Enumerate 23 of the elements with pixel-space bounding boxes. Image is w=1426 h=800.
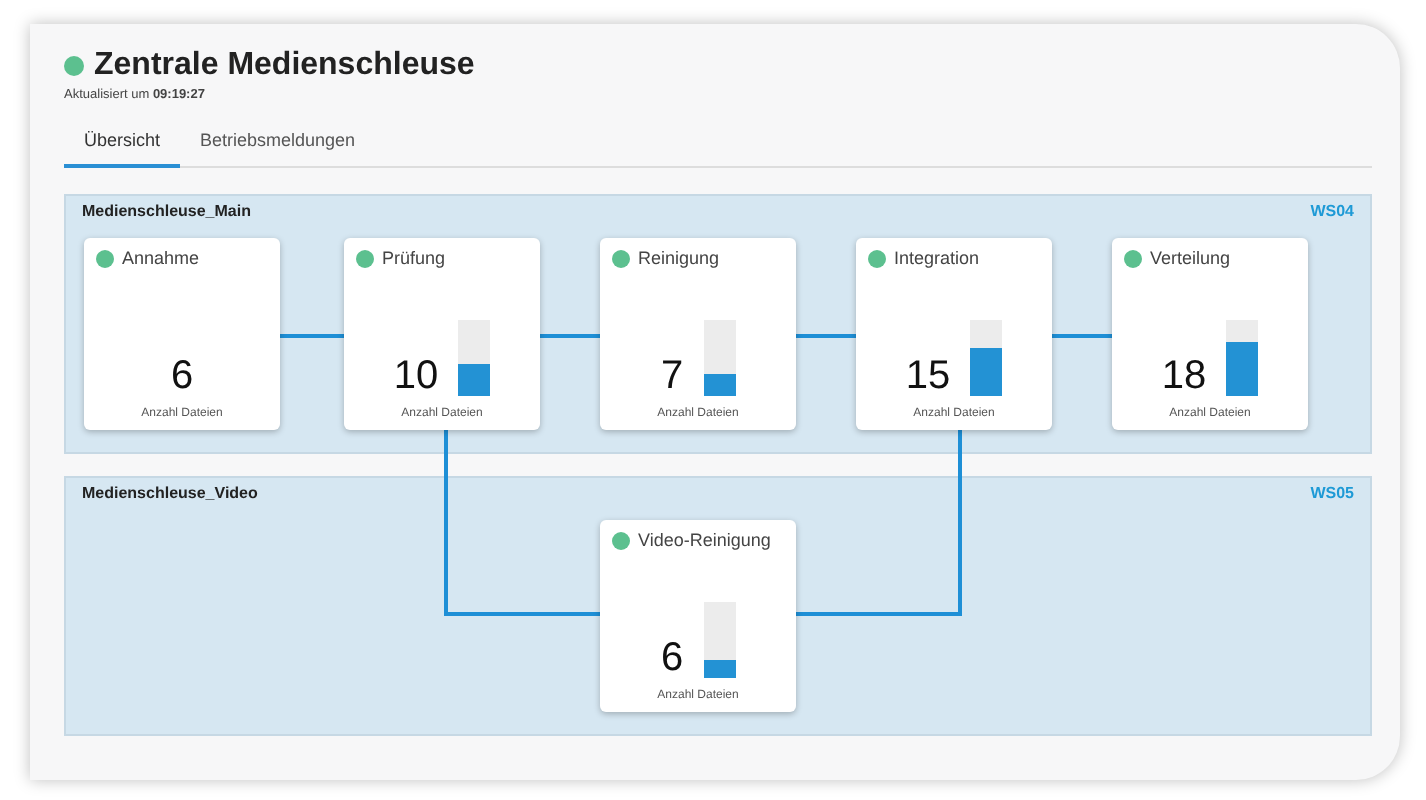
stage-name: Prüfung xyxy=(382,248,446,268)
file-count: 18 xyxy=(1161,356,1207,396)
stage-name: Reinigung xyxy=(638,248,720,268)
file-count: 10 xyxy=(393,356,439,396)
tab[interactable]: Betriebsmeldungen xyxy=(180,116,376,168)
page-title: Zentrale Medienschleuse xyxy=(94,48,475,84)
panel-title: Medienschleuse_Main xyxy=(82,202,251,220)
file-count: 6 xyxy=(660,638,684,678)
tab[interactable]: Übersicht xyxy=(64,116,181,168)
connector-line xyxy=(280,334,344,338)
station-label: WS05 xyxy=(1310,484,1354,502)
station-label: WS04 xyxy=(1310,202,1354,220)
file-count: 15 xyxy=(905,356,951,396)
stage-name: Annahme xyxy=(122,248,200,268)
stage-name: Integration xyxy=(894,248,980,268)
connector-line xyxy=(540,334,600,338)
connector-line xyxy=(1052,334,1112,338)
connector-line xyxy=(796,334,856,338)
panel-title: Medienschleuse_Video xyxy=(82,484,258,502)
file-count: 6 xyxy=(170,356,194,396)
stage-name: Verteilung xyxy=(1150,248,1231,268)
file-count: 7 xyxy=(660,356,684,396)
stage-name: Video-Reinigung xyxy=(638,530,771,550)
